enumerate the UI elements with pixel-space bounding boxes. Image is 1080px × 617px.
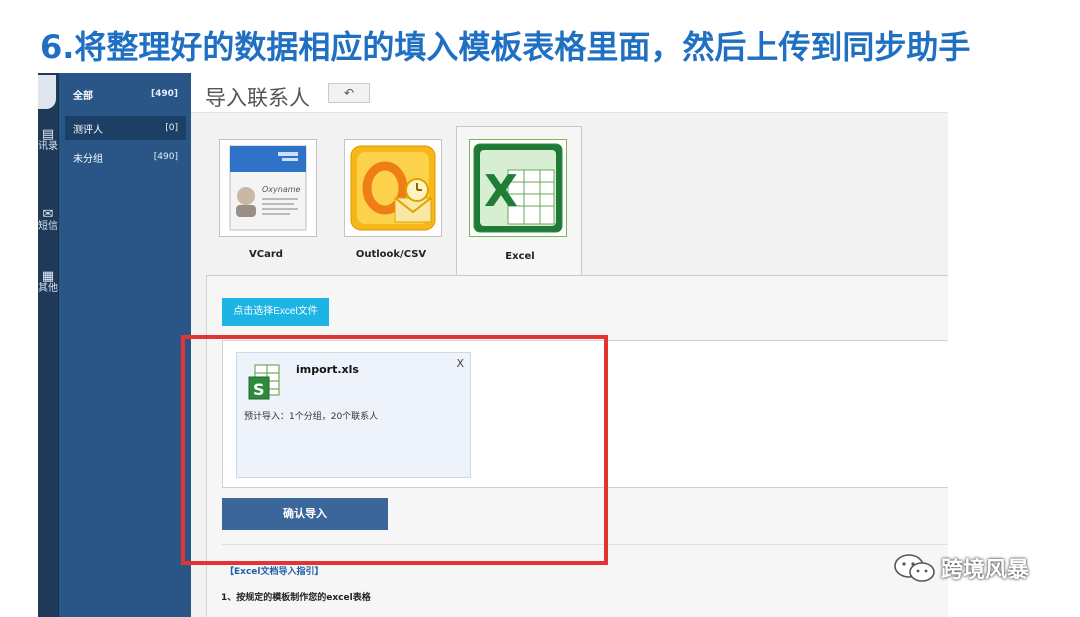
group-count: [490] (153, 152, 178, 162)
group-item-ungrouped[interactable]: 未分组 [490] (65, 145, 186, 169)
choose-excel-file-button[interactable]: 点击选择Excel文件 (222, 298, 329, 326)
grid-icon: ▦ (41, 269, 55, 284)
tab-outlook-csv[interactable]: Outlook/CSV (338, 135, 444, 260)
vcard-name: Oxyname (262, 185, 301, 194)
nav-item-label: 短信 (38, 221, 58, 232)
group-label: 全部 (73, 90, 93, 102)
nav-strip: ▤ 讯录 ✉ 短信 ▦ 其他 (38, 73, 58, 617)
nav-item-sms[interactable]: ✉ 短信 (38, 207, 58, 233)
group-item-reviewers[interactable]: 测评人 [0] (65, 116, 186, 140)
contacts-book-icon: ▤ (41, 127, 55, 142)
nav-item-other[interactable]: ▦ 其他 (38, 269, 58, 295)
tab-label: Excel (505, 251, 535, 262)
group-label: 未分组 (73, 153, 103, 165)
group-count: [0] (165, 123, 178, 133)
avatar[interactable] (38, 75, 56, 109)
group-item-all[interactable]: 全部 [490] (65, 82, 186, 106)
mail-icon: ✉ (42, 207, 54, 222)
page-title: 导入联系人 (205, 86, 310, 110)
guide-title: 【Excel文档导入指引】 (225, 567, 324, 577)
nav-item-contacts[interactable]: ▤ 讯录 (38, 127, 58, 153)
tab-label: Outlook/CSV (355, 249, 427, 260)
tab-excel[interactable]: X Excel (456, 126, 582, 276)
watermark: 跨境风暴 (893, 552, 1029, 584)
group-count: [490] (150, 89, 178, 99)
wechat-icon (894, 554, 935, 582)
watermark-text: 跨境风暴 (941, 558, 1030, 583)
undo-arrow-icon: ↶ (343, 86, 355, 100)
group-sidebar: 全部 [490] 测评人 [0] 未分组 [490] (58, 73, 191, 617)
nav-item-label: 讯录 (38, 141, 58, 152)
back-button[interactable]: ↶ (328, 83, 370, 103)
tab-vcard[interactable]: Oxyname VCard (213, 135, 319, 260)
svg-text:X: X (484, 166, 518, 217)
nav-item-label: 其他 (38, 283, 58, 294)
outlook-icon (344, 139, 442, 237)
guide-step: 1、按规定的模板制作您的excel表格 (221, 593, 371, 603)
vcard-icon: Oxyname (219, 139, 317, 237)
slide-title: 6.将整理好的数据相应的填入模板表格里面，然后上传到同步助手 (40, 28, 971, 66)
main-header: 导入联系人 ↶ (191, 73, 948, 113)
group-label: 测评人 (73, 124, 103, 136)
tab-label: VCard (249, 249, 283, 260)
annotation-highlight-box (181, 335, 608, 565)
excel-icon: X (469, 139, 567, 237)
